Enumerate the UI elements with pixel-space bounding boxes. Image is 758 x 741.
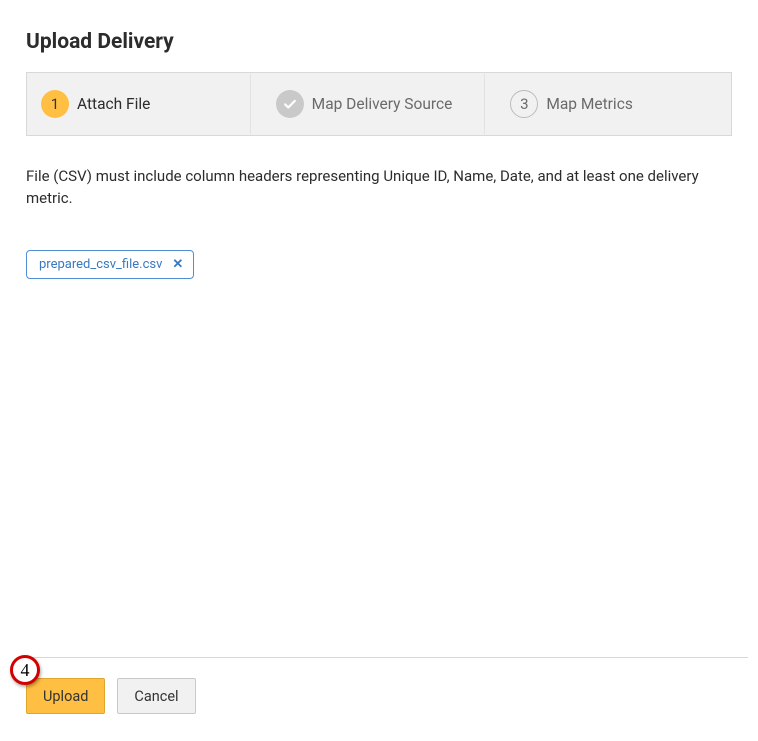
page-title: Upload Delivery: [26, 30, 732, 54]
step-map-metrics: 3 Map Metrics: [496, 73, 731, 135]
step-label-attach-file: Attach File: [77, 95, 150, 113]
annotation-marker-4: 4: [10, 655, 40, 685]
step-index-3: 3: [510, 90, 538, 118]
step-index-2-check-icon: [276, 90, 304, 118]
cancel-button[interactable]: Cancel: [117, 678, 195, 714]
step-index-1: 1: [41, 90, 69, 118]
step-label-map-metrics: Map Metrics: [546, 95, 632, 113]
step-label-map-delivery-source: Map Delivery Source: [312, 95, 453, 113]
footer: Upload Cancel: [26, 657, 748, 714]
step-map-delivery-source: Map Delivery Source: [262, 73, 497, 135]
help-text: File (CSV) must include column headers r…: [26, 166, 732, 210]
attached-file-chip: prepared_csv_file.csv ✕: [26, 250, 194, 279]
attached-file-name: prepared_csv_file.csv: [39, 257, 162, 272]
remove-file-icon[interactable]: ✕: [172, 258, 183, 271]
step-attach-file: 1 Attach File: [27, 73, 262, 135]
stepper: 1 Attach File Map Delivery Source 3 Map …: [26, 72, 732, 136]
upload-button[interactable]: Upload: [26, 678, 105, 714]
